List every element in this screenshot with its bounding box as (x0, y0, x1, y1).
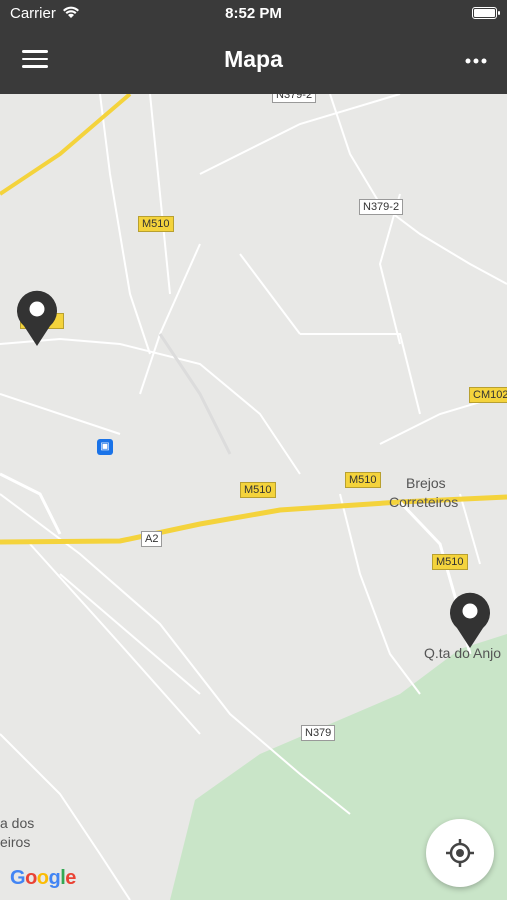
road-label-m510-center: M510 (345, 472, 381, 488)
map-pin-marker[interactable] (447, 590, 493, 650)
road-label-n379-2: N379-2 (359, 199, 404, 215)
crosshair-location-icon (446, 839, 474, 867)
status-bar: Carrier 8:52 PM (0, 0, 507, 28)
locate-me-button[interactable] (426, 819, 494, 887)
road-label-m510-lower: M510 (240, 482, 276, 498)
road-label-n379-2-top: N379-2 (272, 94, 317, 103)
place-label-brejos: Brejos (406, 475, 446, 491)
road-label-cm1024: CM1024 (469, 387, 507, 403)
road-label-a2: A2 (141, 531, 163, 547)
battery-icon (472, 7, 500, 19)
train-station-icon: ▣ (97, 439, 113, 455)
road-label-m510-right: M510 (432, 554, 468, 570)
more-dots-icon[interactable] (463, 50, 489, 72)
clock: 8:52 PM (225, 5, 282, 22)
place-label-partial-1: a dos (0, 815, 35, 831)
map-pin-marker[interactable] (14, 288, 60, 348)
map-view[interactable]: N379-2 M510 N379-2 M510 CM1024 M510 M510… (0, 94, 507, 900)
place-label-correteiros: Correteiros (389, 494, 459, 510)
road-label-m510: M510 (138, 216, 174, 232)
nav-bar: Mapa (0, 28, 507, 94)
place-label-partial-2: eiros (0, 834, 31, 850)
google-logo: Google (10, 867, 76, 889)
road-label-n379: N379 (301, 725, 336, 741)
page-title: Mapa (224, 46, 283, 72)
